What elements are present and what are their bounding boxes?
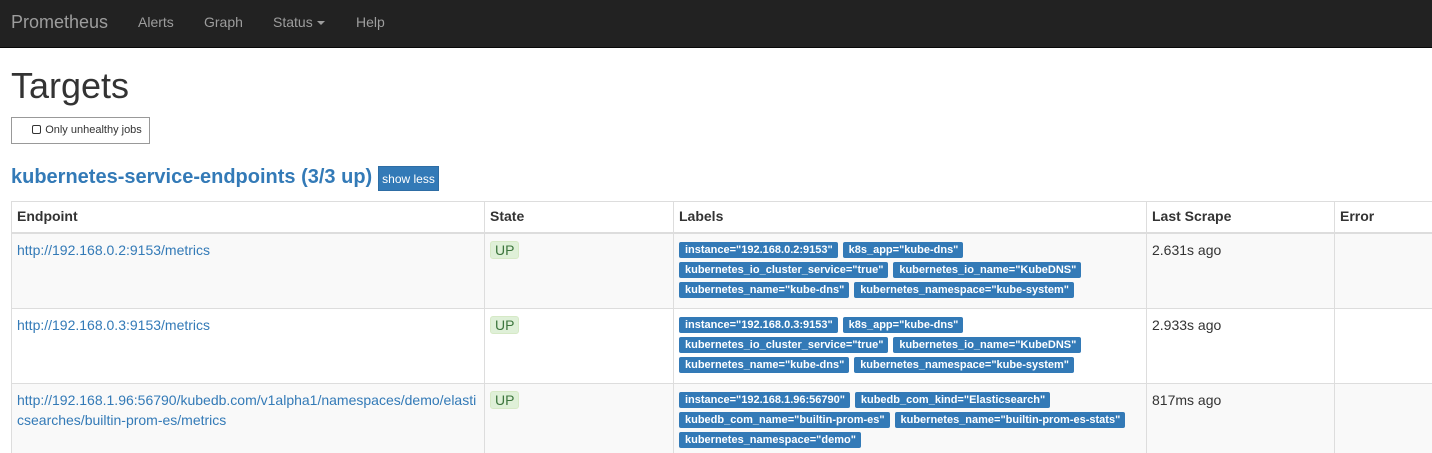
error-cell (1334, 382, 1432, 453)
endpoint-cell: http://192.168.0.2:9153/metrics (11, 232, 485, 309)
unhealthy-filter-label: Only unhealthy jobs (45, 124, 142, 136)
label-badge: kubernetes_name="kube-dns" (679, 281, 850, 298)
label-badge: kubernetes_namespace="demo" (679, 431, 861, 448)
table-row: http://192.168.0.2:9153/metrics UP insta… (11, 232, 1432, 309)
checkbox-icon (32, 125, 42, 134)
state-badge: UP (490, 240, 520, 259)
state-cell: UP (484, 382, 674, 453)
table-row: http://192.168.0.3:9153/metrics UP insta… (11, 307, 1432, 384)
label-badge: instance="192.168.0.3:9153" (679, 316, 838, 333)
label-badge: kubernetes_namespace="kube-system" (854, 356, 1075, 373)
label-badge: instance="192.168.0.2:9153" (679, 241, 838, 258)
header-last-scrape: Last Scrape (1146, 201, 1335, 234)
label-badge: kubedb_com_kind="Elasticsearch" (854, 391, 1051, 408)
endpoint-link[interactable]: http://192.168.1.96:56790/kubedb.com/v1a… (17, 392, 476, 428)
last-scrape-cell: 2.933s ago (1146, 307, 1335, 384)
last-scrape-value: 2.933s ago (1152, 316, 1222, 333)
label-badge: kubernetes_namespace="kube-system" (854, 281, 1075, 298)
nav-status-dropdown[interactable]: Status (273, 14, 325, 30)
last-scrape-cell: 2.631s ago (1146, 232, 1335, 309)
state-badge: UP (490, 390, 520, 409)
labels-cell: instance="192.168.1.96:56790" kubedb_com… (673, 382, 1147, 453)
label-badge: kubernetes_io_cluster_service="true" (679, 336, 889, 353)
table-row: http://192.168.1.96:56790/kubedb.com/v1a… (11, 382, 1432, 453)
error-cell (1334, 307, 1432, 384)
labels-cell: instance="192.168.0.3:9153" k8s_app="kub… (673, 307, 1147, 384)
label-badge: kubernetes_io_name="KubeDNS" (893, 261, 1082, 278)
header-endpoint: Endpoint (11, 201, 485, 234)
label-badge: kubedb_com_name="builtin-prom-es" (679, 411, 890, 428)
labels-cell: instance="192.168.0.2:9153" k8s_app="kub… (673, 232, 1147, 309)
navbar: Prometheus Alerts Graph Status Help (0, 0, 1432, 48)
state-cell: UP (484, 307, 674, 384)
table-header-row: Endpoint State Labels Last Scrape Error (11, 201, 1432, 234)
label-badge: kubernetes_io_cluster_service="true" (679, 261, 889, 278)
nav-graph[interactable]: Graph (204, 14, 243, 30)
endpoint-cell: http://192.168.1.96:56790/kubedb.com/v1a… (11, 382, 485, 453)
brand-link[interactable]: Prometheus (11, 12, 108, 32)
last-scrape-value: 817ms ago (1152, 391, 1222, 408)
nav-alerts[interactable]: Alerts (138, 14, 174, 30)
endpoint-link[interactable]: http://192.168.0.2:9153/metrics (17, 242, 210, 258)
error-cell (1334, 232, 1432, 309)
label-badge: kubernetes_io_name="KubeDNS" (893, 336, 1082, 353)
show-less-button[interactable]: show less (378, 166, 439, 191)
label-badge: kubernetes_name="builtin-prom-es-stats" (894, 411, 1126, 428)
page-title: Targets (11, 65, 130, 106)
targets-table: Endpoint State Labels Last Scrape Error … (11, 201, 1432, 453)
state-cell: UP (484, 232, 674, 309)
job-title-link[interactable]: kubernetes-service-endpoints (3/3 up) (11, 165, 372, 189)
label-badge: kubernetes_name="kube-dns" (679, 356, 850, 373)
caret-down-icon (316, 21, 325, 26)
nav-status-label: Status (273, 14, 313, 30)
state-badge: UP (490, 315, 520, 334)
header-labels: Labels (673, 201, 1147, 234)
header-error: Error (1334, 201, 1432, 234)
last-scrape-value: 2.631s ago (1152, 241, 1222, 258)
unhealthy-filter-button[interactable]: Only unhealthy jobs (11, 117, 150, 144)
label-badge: k8s_app="kube-dns" (842, 316, 964, 333)
header-state: State (484, 201, 674, 234)
label-badge: instance="192.168.1.96:56790" (679, 391, 850, 408)
endpoint-cell: http://192.168.0.3:9153/metrics (11, 307, 485, 384)
endpoint-link[interactable]: http://192.168.0.3:9153/metrics (17, 317, 210, 333)
nav-help[interactable]: Help (356, 14, 385, 30)
label-badge: k8s_app="kube-dns" (842, 241, 964, 258)
last-scrape-cell: 817ms ago (1146, 382, 1335, 453)
